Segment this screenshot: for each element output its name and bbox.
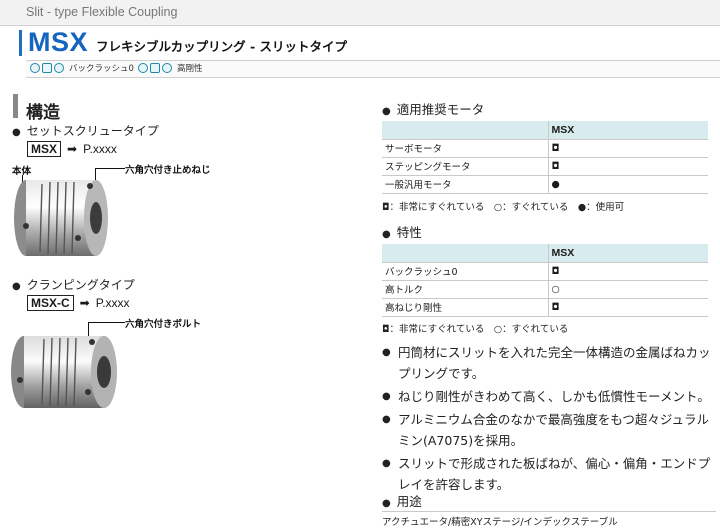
list-item: ● 円筒材にスリットを入れた完全一体構造の金属ばねカップリングです。 [382,345,711,381]
rating-mark: ● [547,175,708,194]
rating-mark: ◘ [547,157,708,176]
divider [382,511,716,512]
motor-name: サーボモータ [382,139,548,158]
model-code: MSX [27,141,62,157]
list-item: ● スリットで形成された板ばねが、偏心・偏角・エンドプレイを許容します。 [382,456,711,492]
rating-mark: ◘ [547,139,708,158]
setscrew-coupling-image [14,180,108,256]
list-item: ● ねじり剛性がきわめて高く、しかも低慣性モーメント。 [382,389,710,404]
column-header: MSX [547,121,708,140]
callout-setscrew: 六角穴付き止めねじ [125,165,211,176]
list-item: ● アルミニウム合金のなかで最高強度をもつ超々ジュラルミン(A7075)を採用。 [382,412,710,448]
arrow-right-icon: ➡ [79,296,90,310]
setscrew-model-ref[interactable]: MSX ➡ P.xxxx [27,141,117,157]
table-row: バックラッシュ0 ◘ [382,262,708,281]
feature-label: バックラッシュ0 [69,64,134,74]
motors-table: MSX サーボモータ ◘ ステッピングモータ ◘ 一般汎用モータ ● [382,121,708,194]
table-row: 一般汎用モータ ● [382,175,708,194]
motors-legend: ◘：非常にすぐれている ○：すぐれている ●：使用可 [382,202,625,213]
characteristics-heading: ● 特性 [382,225,422,240]
characteristics-table: MSX バックラッシュ0 ◘ 高トルク ○ 高ねじり剛性 ◘ [382,244,708,317]
table-row: 高トルク ○ [382,280,708,299]
table-header-row: MSX [382,244,708,263]
leader-line [88,322,125,323]
rating-mark: ◘ [547,298,708,317]
product-title: フレキシブルカップリング - スリットタイプ [96,39,348,54]
series-name: MSX [28,27,89,57]
column-header: MSX [547,244,708,263]
section-accent-bar [13,94,18,118]
title-accent-bar [19,30,22,56]
motor-name: 一般汎用モータ [382,175,548,194]
feature-zero-backlash: バックラッシュ0 [30,62,134,74]
table-row: サーボモータ ◘ [382,139,708,158]
table-row: 高ねじり剛性 ◘ [382,298,708,317]
rating-mark: ◘ [547,262,708,281]
page-ref: P.xxxx [83,142,117,156]
characteristic-name: 高ねじり剛性 [382,298,548,317]
zero-backlash-icon-right [54,63,64,73]
zero-backlash-icon-box [42,63,52,73]
rating-mark: ○ [547,280,708,299]
high-rigidity-icon-right [162,63,172,73]
motor-name: ステッピングモータ [382,157,548,176]
characteristics-legend: ◘：非常にすぐれている ○：すぐれている [382,324,569,335]
clamping-model-ref[interactable]: MSX-C ➡ P.xxxx [27,295,130,311]
page-ref: P.xxxx [95,296,130,310]
high-rigidity-icon-box [150,63,160,73]
table-header-row: MSX [382,121,708,140]
characteristic-name: 高トルク [382,280,548,299]
motors-heading: ● 適用推奨モータ [382,102,485,117]
usage-text: アクチュエータ/精密XYステージ/インデックステーブル [382,517,618,528]
leader-line [95,168,125,169]
product-subtitle: Slit - type Flexible Coupling [26,5,178,19]
usage-heading: ● 用途 [382,494,422,509]
feature-high-rigidity: 高剛性 [138,62,203,74]
high-rigidity-icon [138,63,148,73]
model-code: MSX-C [27,295,74,311]
feature-label: 高剛性 [177,64,203,74]
clamping-coupling-image [11,336,117,408]
structure-heading: 構造 [26,103,60,123]
characteristic-name: バックラッシュ0 [382,262,548,281]
setscrew-type-label: ● セットスクリュータイプ [12,124,159,138]
feature-description-list: ● 円筒材にスリットを入れた完全一体構造の金属ばねカップリングです。 ● ねじり剛性… [382,342,716,497]
callout-bolt: 六角穴付きボルト [125,319,202,330]
zero-backlash-icon [30,63,40,73]
table-row: ステッピングモータ ◘ [382,157,708,176]
arrow-right-icon: ➡ [67,142,78,156]
clamping-type-label: ● クランピングタイプ [12,278,135,292]
